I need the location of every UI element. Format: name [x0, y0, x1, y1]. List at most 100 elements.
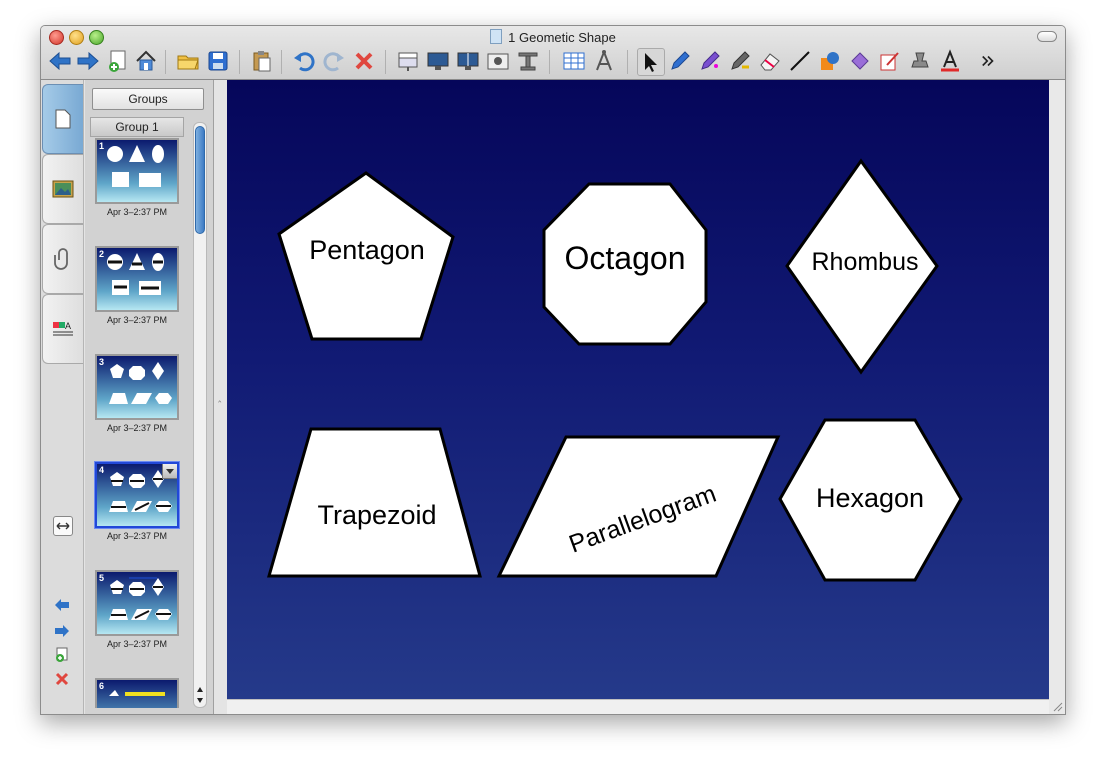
chevron-down-icon — [166, 469, 174, 474]
page-sorter: Groups Group 1 1 Apr 3–2:37 PM 2 Apr 3–2… — [85, 80, 214, 714]
table-icon[interactable] — [561, 48, 587, 74]
page-thumbnail[interactable]: 5 Apr 3–2:37 PM — [95, 570, 179, 649]
page-shapes-preview — [107, 145, 164, 187]
page-thumbnail[interactable]: 6 — [95, 678, 179, 708]
panel-splitter[interactable]: ‸ — [218, 392, 222, 403]
delete-page-icon[interactable] — [53, 670, 71, 688]
whiteboard-canvas[interactable]: Pentagon Octagon Rhombus Trapezoid Paral… — [227, 80, 1049, 699]
previous-page-icon[interactable] — [53, 596, 71, 614]
capture-icon[interactable] — [907, 48, 933, 74]
page-number: 6 — [99, 681, 105, 691]
page-menu-dropdown[interactable] — [162, 464, 177, 479]
hexagon-label: Hexagon — [816, 483, 924, 513]
tab-attachments[interactable] — [42, 224, 83, 294]
sorter-scroll-thumb[interactable] — [195, 126, 205, 234]
magic-pen-icon[interactable] — [727, 48, 753, 74]
page-date: Apr 3–2:37 PM — [106, 639, 168, 649]
tab-properties[interactable]: A — [42, 294, 83, 364]
page-preview: 4 — [94, 461, 180, 529]
page-preview: 1 — [95, 138, 179, 204]
page-preview: 5 — [95, 570, 179, 636]
group-label[interactable]: Group 1 — [90, 117, 184, 137]
page-date: Apr 3–2:37 PM — [106, 423, 168, 433]
home-icon[interactable] — [133, 48, 159, 74]
title-bar: 1 Geometic Shape — [41, 26, 1065, 80]
page-number: 4 — [99, 465, 105, 475]
gallery-icon — [52, 180, 74, 198]
creative-pen-icon[interactable] — [697, 48, 723, 74]
page-date: Apr 3–2:37 PM — [106, 207, 168, 217]
sorter-scrollbar[interactable] — [193, 122, 207, 708]
rhombus-label: Rhombus — [812, 248, 919, 276]
scroll-arrows-icon[interactable] — [195, 685, 205, 705]
toolbar-separator — [627, 50, 628, 74]
document-camera-icon[interactable] — [515, 48, 541, 74]
trapezoid-label: Trapezoid — [317, 500, 436, 530]
more-chevron-icon[interactable] — [979, 48, 997, 74]
select-icon[interactable] — [637, 48, 665, 76]
eraser-icon[interactable] — [757, 48, 783, 74]
shape-icon[interactable] — [817, 48, 843, 74]
back-arrow-icon[interactable] — [47, 48, 73, 74]
page-thumbnail[interactable]: 1 Apr 3–2:37 PM — [95, 138, 179, 217]
forward-arrow-icon[interactable] — [75, 48, 101, 74]
octagon-label: Octagon — [565, 240, 686, 276]
rhombus-shape[interactable]: Rhombus — [785, 158, 939, 375]
toolbar-separator — [239, 50, 240, 74]
blank-page-icon[interactable] — [105, 48, 131, 74]
page-thumbnail-selected[interactable]: 4 Apr 3–2:37 PM — [94, 461, 180, 541]
canvas-horizontal-scrollbar[interactable] — [227, 699, 1049, 714]
toolbar-separator — [385, 50, 386, 74]
page-number: 1 — [99, 141, 105, 151]
resize-arrows-icon — [56, 522, 70, 530]
fill-icon[interactable] — [847, 48, 873, 74]
groups-button[interactable]: Groups — [92, 88, 204, 110]
page-shapes-preview — [109, 577, 172, 620]
toolbar-separator — [165, 50, 166, 74]
svg-text:A: A — [65, 321, 71, 331]
page-number: 3 — [99, 357, 105, 367]
measurement-tools-icon[interactable] — [591, 48, 617, 74]
tab-gallery[interactable] — [42, 154, 83, 224]
save-icon[interactable] — [205, 48, 231, 74]
next-page-icon[interactable] — [53, 622, 71, 640]
delete-icon[interactable] — [351, 48, 377, 74]
canvas-right-gutter — [1049, 80, 1065, 714]
undo-icon[interactable] — [291, 48, 317, 74]
page-thumbnail[interactable]: 3 Apr 3–2:37 PM — [95, 354, 179, 433]
main-toolbar — [45, 46, 1061, 78]
tab-page-sorter[interactable] — [42, 84, 83, 154]
screen-shade-icon[interactable] — [395, 48, 421, 74]
add-page-icon[interactable] — [53, 646, 71, 664]
parallelogram-shape[interactable]: Parallelogram — [496, 435, 781, 578]
pen-icon[interactable] — [667, 48, 693, 74]
dual-display-icon[interactable] — [455, 48, 481, 74]
paste-icon[interactable] — [249, 48, 275, 74]
page-date: Apr 3–2:37 PM — [106, 315, 168, 325]
properties-icon[interactable] — [877, 48, 903, 74]
text-icon[interactable] — [937, 48, 963, 74]
window-title: 1 Geometic Shape — [508, 30, 616, 45]
trapezoid-shape[interactable]: Trapezoid — [267, 427, 482, 578]
display-icon[interactable] — [425, 48, 451, 74]
line-icon[interactable] — [787, 48, 813, 74]
toolbar-toggle-button[interactable] — [1037, 31, 1057, 42]
toolbar-separator — [281, 50, 282, 74]
page-shapes-preview — [109, 362, 172, 404]
side-tab-bar: A — [41, 80, 84, 714]
octagon-shape[interactable]: Octagon — [542, 182, 708, 346]
screen-capture-icon[interactable] — [485, 48, 511, 74]
auto-hide-toggle[interactable] — [53, 516, 73, 536]
page-number: 5 — [99, 573, 105, 583]
page-thumbnail[interactable]: 2 Apr 3–2:37 PM — [95, 246, 179, 325]
page-thumbnail-list: 1 Apr 3–2:37 PM 2 Apr 3–2:37 PM 3 Apr 3–… — [89, 138, 189, 708]
page-preview: 2 — [95, 246, 179, 312]
hexagon-shape[interactable]: Hexagon — [778, 418, 963, 582]
page-number: 2 — [99, 249, 105, 259]
paperclip-icon — [54, 248, 68, 270]
redo-icon[interactable] — [321, 48, 347, 74]
pentagon-shape[interactable]: Pentagon — [277, 171, 455, 341]
page-shapes-preview — [107, 253, 164, 295]
resize-grip-icon[interactable] — [1051, 700, 1063, 712]
open-folder-icon[interactable] — [175, 48, 201, 74]
